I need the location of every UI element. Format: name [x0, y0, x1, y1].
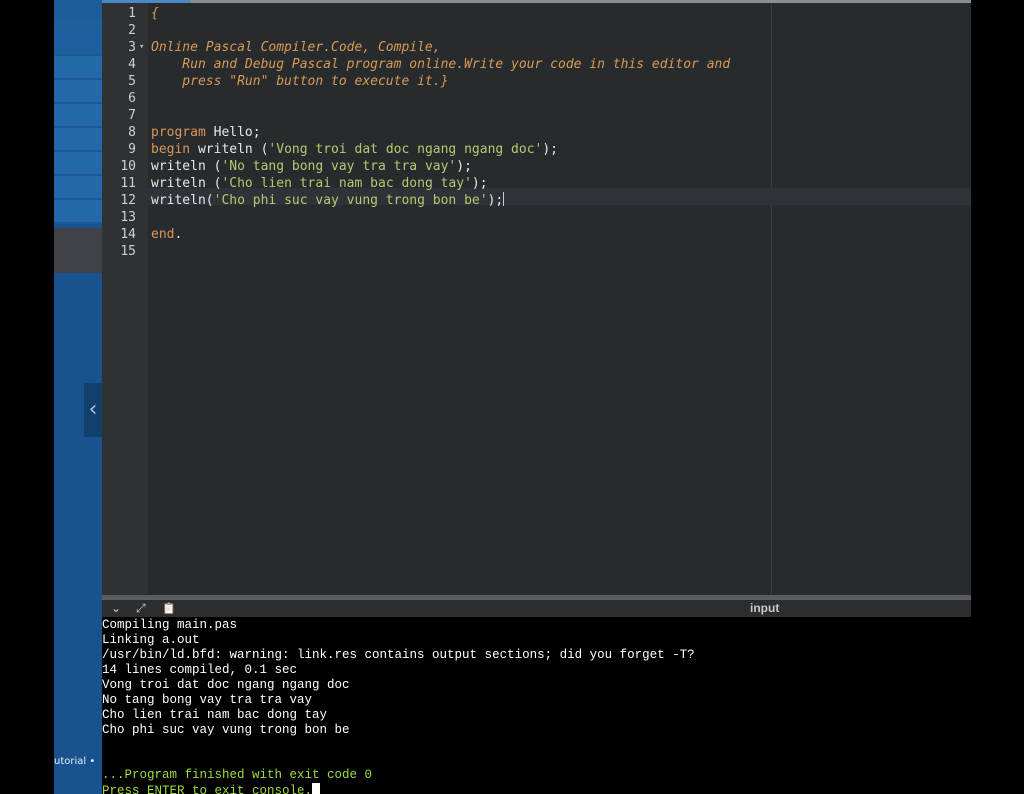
code-line[interactable]: Online Pascal Compiler.Code, Compile,	[151, 39, 441, 56]
line-number: 12	[120, 193, 136, 208]
console-line: /usr/bin/ld.bfd: warning: link.res conta…	[102, 648, 695, 662]
print-margin	[771, 3, 772, 595]
line-number: 4	[128, 57, 136, 72]
sidebar-item[interactable]	[54, 200, 102, 224]
clipboard-icon[interactable]: 📋	[162, 600, 176, 617]
sidebar-ad-slot	[54, 228, 102, 273]
sidebar-item[interactable]	[54, 104, 102, 128]
sidebar-item[interactable]	[54, 0, 102, 22]
exit-status-line: ...Program finished with exit code 0	[102, 768, 373, 782]
console-line: Cho phi suc vay vung trong bon be	[102, 723, 350, 737]
console-line: Cho lien trai nam bac dong tay	[102, 708, 328, 722]
code-editor[interactable]: 1 2 3 ▾ 4 5 6 7 8 9 10 11 12 13 14 15 { …	[102, 0, 971, 598]
line-number: 6	[128, 91, 136, 106]
editor-gutter: 1 2 3 ▾ 4 5 6 7 8 9 10 11 12 13 14 15	[102, 3, 148, 595]
line-number: 11	[120, 176, 136, 191]
line-number: 9	[128, 142, 136, 157]
console-line: No tang bong vay tra tra vay	[102, 693, 313, 707]
sidebar-item[interactable]	[54, 176, 102, 200]
sidebar-item[interactable]	[54, 128, 102, 152]
console-line: Vong troi dat doc ngang ngang doc	[102, 678, 350, 692]
left-sidebar: ‹ utorial •	[54, 0, 102, 794]
sidebar-item[interactable]	[54, 152, 102, 176]
sidebar-item[interactable]	[54, 20, 102, 56]
code-line[interactable]: writeln ('No tang bong vay tra tra vay')…	[151, 158, 472, 175]
code-line[interactable]: Run and Debug Pascal program online.Writ…	[151, 56, 730, 73]
console-output[interactable]: Compiling main.pas Linking a.out /usr/bi…	[102, 617, 971, 794]
line-number: 8	[128, 125, 136, 140]
code-line[interactable]: {	[151, 5, 159, 22]
line-number: 1	[128, 6, 136, 21]
code-line[interactable]: writeln ('Cho lien trai nam bac dong tay…	[151, 175, 488, 192]
editor-top-bar	[102, 0, 971, 3]
terminal-cursor	[312, 783, 321, 794]
code-line[interactable]: program Hello;	[151, 124, 261, 141]
text-cursor	[503, 192, 505, 206]
chevron-down-icon[interactable]: ⌄	[111, 600, 121, 617]
line-number: 13	[120, 210, 136, 225]
code-line[interactable]: end.	[151, 226, 182, 243]
line-number: 3	[128, 40, 136, 55]
fold-arrow-icon[interactable]: ▾	[139, 39, 144, 56]
line-number: 14	[120, 227, 136, 242]
sidebar-item[interactable]	[54, 56, 102, 80]
console-toolbar: ⌄ ⤢ 📋 input	[102, 598, 971, 617]
line-number: 10	[120, 159, 136, 174]
code-line[interactable]: begin writeln ('Vong troi dat doc ngang …	[151, 141, 558, 158]
input-tab[interactable]: input	[750, 600, 779, 617]
collapse-sidebar-button[interactable]: ‹	[84, 383, 102, 437]
code-line[interactable]: writeln('Cho phi suc vay vung trong bon …	[151, 192, 505, 209]
sidebar-tutorial-link[interactable]: utorial •	[54, 752, 102, 772]
line-number: 7	[128, 108, 136, 123]
line-number: 5	[128, 74, 136, 89]
press-enter-line: Press ENTER to exit console.	[102, 783, 321, 794]
code-line[interactable]: press "Run" button to execute it.}	[151, 73, 448, 90]
line-number: 15	[120, 244, 136, 259]
console-line: Compiling main.pas	[102, 618, 238, 632]
console-line: Linking a.out	[102, 633, 200, 647]
chevron-left-icon: ‹	[88, 397, 98, 422]
line-number: 2	[128, 23, 136, 38]
sidebar-item[interactable]	[54, 80, 102, 104]
expand-icon[interactable]: ⤢	[136, 600, 146, 617]
console-line: 14 lines compiled, 0.1 sec	[102, 663, 298, 677]
